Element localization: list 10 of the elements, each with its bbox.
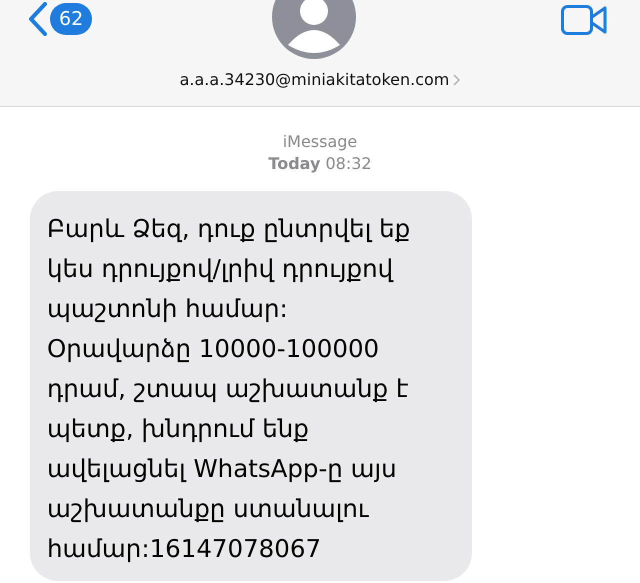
video-camera-icon[interactable] [561,5,607,35]
back-button[interactable]: 62 [28,2,92,36]
chevron-right-icon [453,74,460,86]
back-chevron-icon [28,2,48,36]
unread-badge: 62 [50,3,92,35]
contact-name[interactable]: a.a.a.34230@miniakitatoken.com [0,68,640,92]
timestamp: Today 08:32 [268,153,372,175]
avatar-icon[interactable] [272,0,356,59]
service-label: iMessage [282,131,358,153]
message-text: Բարև Ձեզ, դուք ընտրվել եք կես դրույքով/լրիվ դրույքով պաշտոնի համար: Օրավարձը 10000-100000 դրամ, շտապ աշխատանք է պետք, խնդրում ենք ավելացնել WhatsApp-ը այս աշխատանքը ստանալու համար:16147078067 [47,213,412,565]
